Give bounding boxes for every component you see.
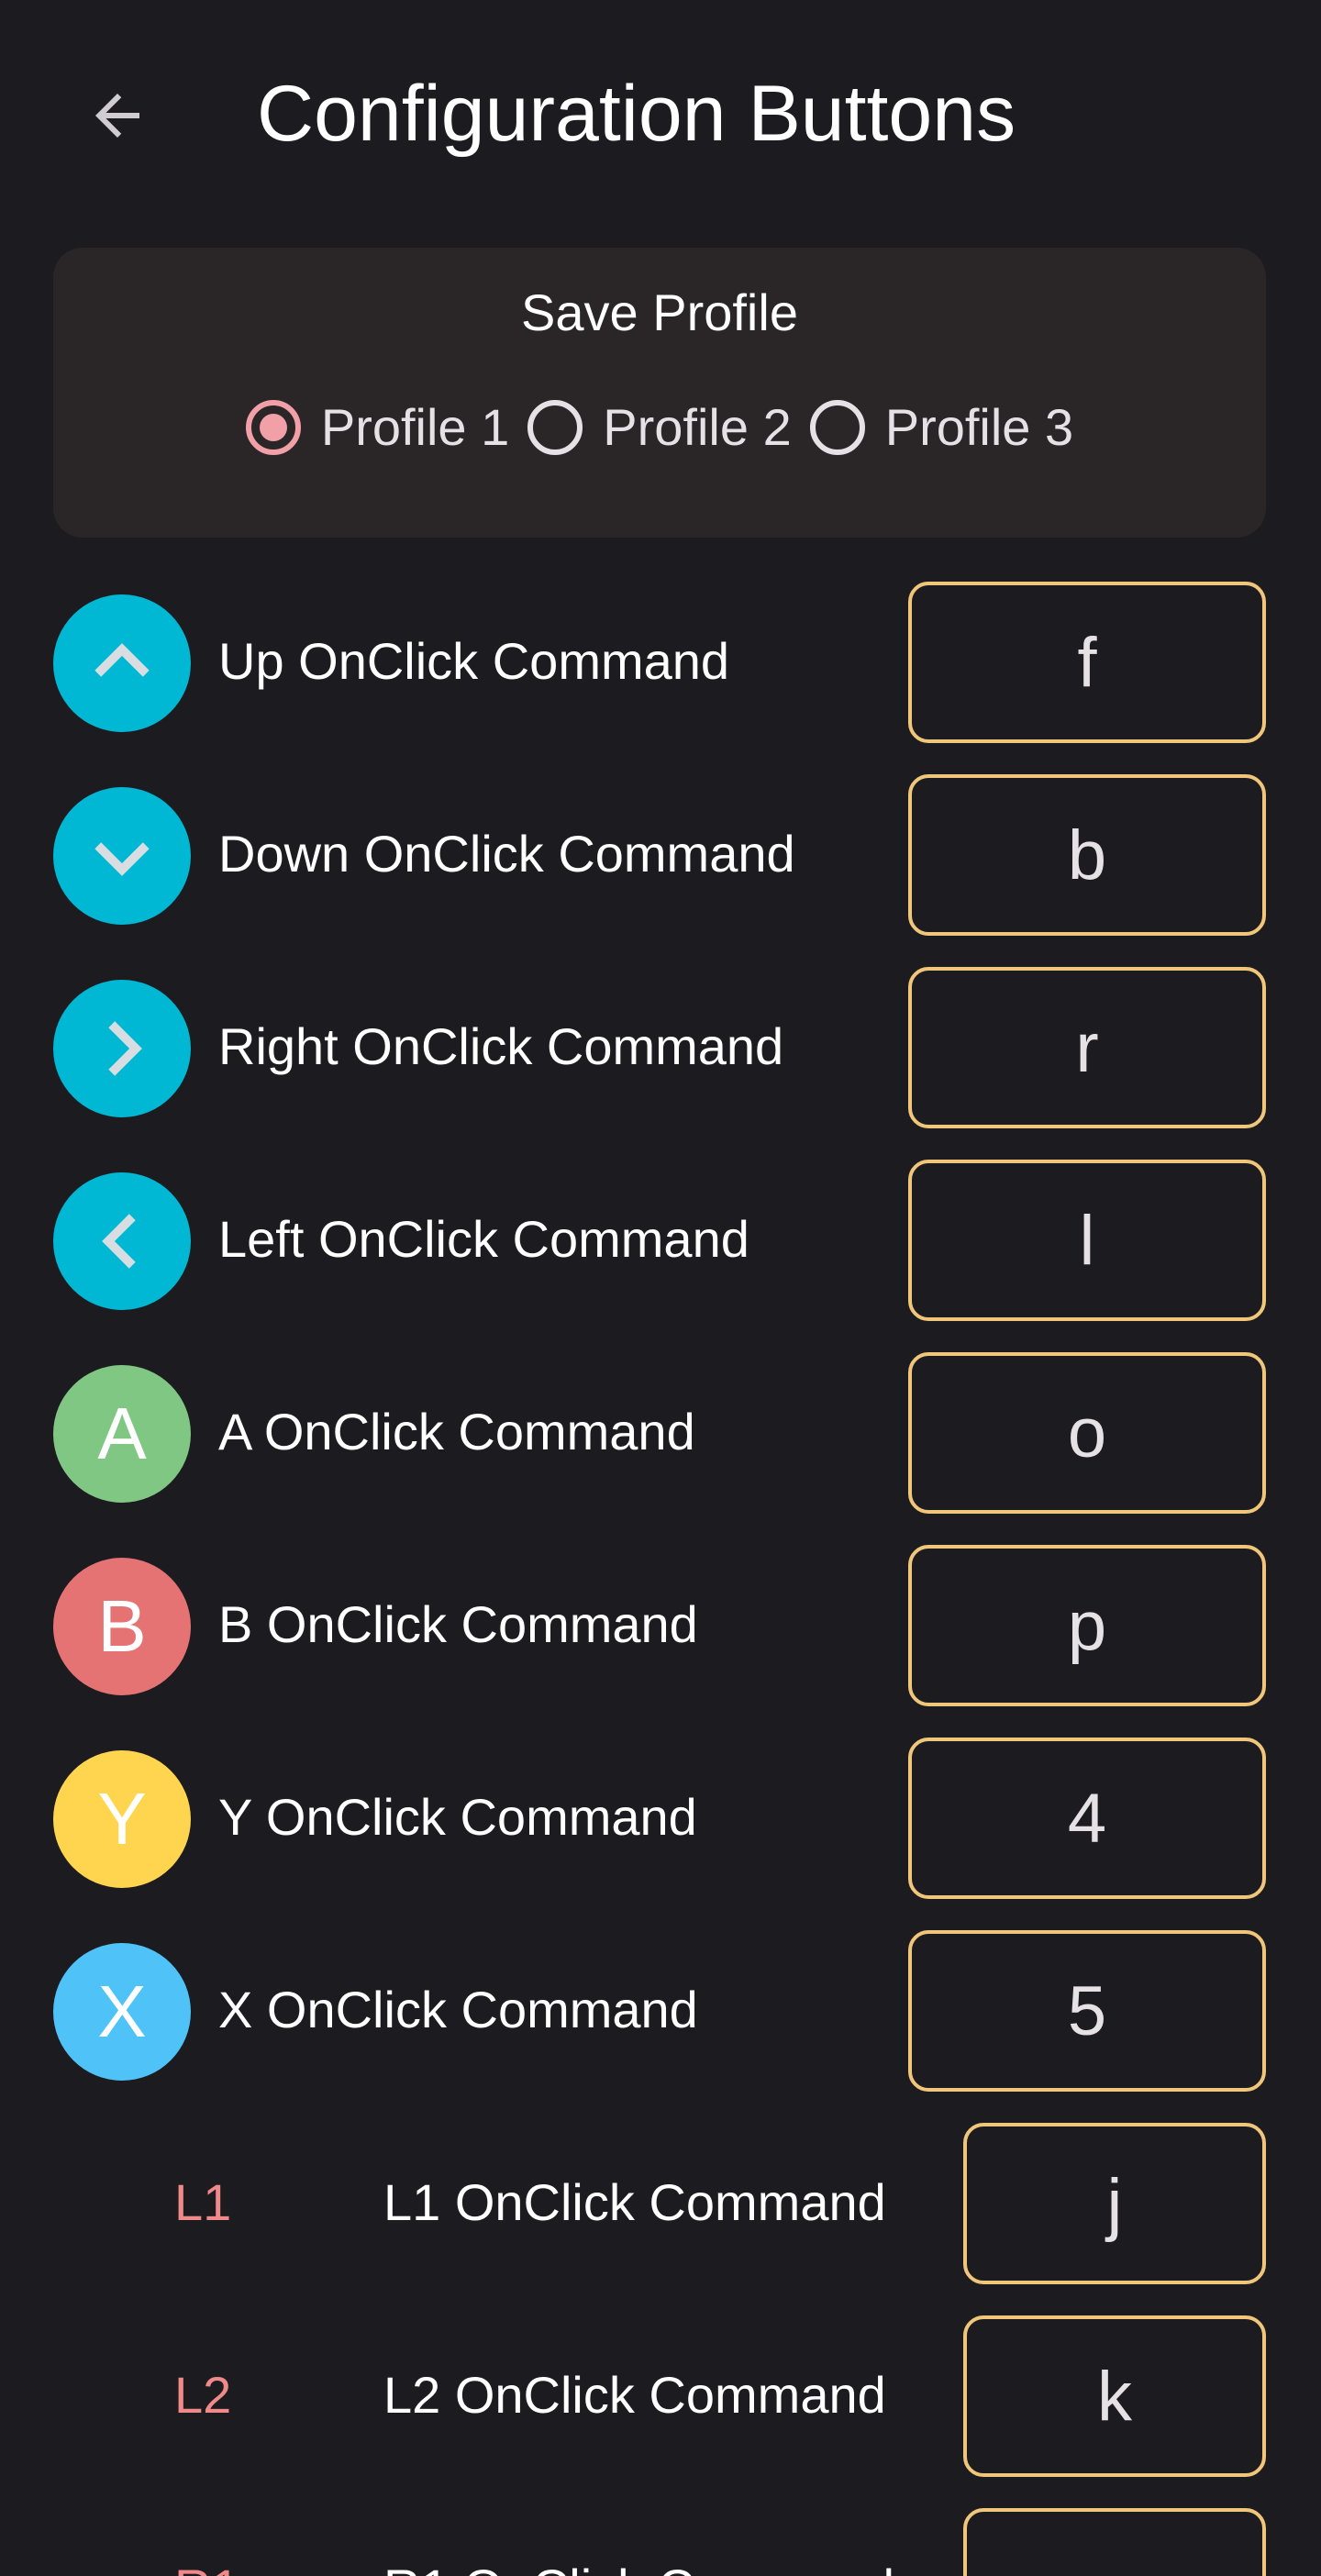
command-label: L2 OnClick Command xyxy=(383,2366,886,2424)
up-button-badge xyxy=(53,594,191,732)
command-input[interactable] xyxy=(963,2508,1266,2576)
r1-shoulder-label: R1 xyxy=(174,2556,240,2576)
down-button-badge xyxy=(53,787,191,925)
command-input[interactable]: f xyxy=(908,582,1266,743)
page-title: Configuration Buttons xyxy=(257,70,1016,158)
radio-button[interactable] xyxy=(527,400,583,455)
radio-dot xyxy=(259,414,287,441)
command-row-down: Down OnClick Command b xyxy=(0,771,1321,936)
command-row-r1: R1 R1 OnClick Command xyxy=(0,2504,1321,2576)
command-input[interactable]: 5 xyxy=(908,1930,1266,2092)
command-label: Up OnClick Command xyxy=(218,632,730,690)
profile-radio-group: Profile 1 Profile 2 Profile 3 xyxy=(53,391,1266,464)
l1-shoulder-label: L1 xyxy=(174,2173,232,2231)
profile-option-2[interactable]: Profile 2 xyxy=(527,395,792,460)
b-button-badge: B xyxy=(53,1558,191,1695)
x-button-badge: X xyxy=(53,1943,191,2081)
top-app-bar: Configuration Buttons xyxy=(0,0,1321,229)
left-button-badge xyxy=(53,1172,191,1310)
command-input[interactable]: l xyxy=(908,1160,1266,1321)
command-row-x: X X OnClick Command 5 xyxy=(0,1926,1321,2092)
command-row-y: Y Y OnClick Command 4 xyxy=(0,1734,1321,1899)
command-input[interactable]: b xyxy=(908,774,1266,936)
back-button[interactable] xyxy=(77,75,158,156)
command-input[interactable]: k xyxy=(963,2315,1266,2477)
command-input[interactable]: p xyxy=(908,1545,1266,1706)
command-row-b: B B OnClick Command p xyxy=(0,1541,1321,1706)
a-button-badge: A xyxy=(53,1365,191,1503)
command-label: Left OnClick Command xyxy=(218,1210,749,1268)
chevron-down-icon xyxy=(94,842,150,876)
command-row-left: Left OnClick Command l xyxy=(0,1156,1321,1321)
command-input[interactable]: o xyxy=(908,1352,1266,1514)
command-row-l2: L2 L2 OnClick Command k xyxy=(0,2312,1321,2477)
command-row-a: A A OnClick Command o xyxy=(0,1349,1321,1514)
command-label: Right OnClick Command xyxy=(218,1017,784,1075)
profile-option-label: Profile 3 xyxy=(884,398,1074,456)
command-label: B OnClick Command xyxy=(218,1595,698,1653)
profile-option-3[interactable]: Profile 3 xyxy=(809,395,1074,460)
save-profile-card: Save Profile Profile 1 Profile 2 Profile… xyxy=(53,248,1266,538)
chevron-left-icon xyxy=(102,1214,136,1269)
command-label: L1 OnClick Command xyxy=(383,2173,886,2231)
chevron-up-icon xyxy=(94,643,150,677)
command-input[interactable]: j xyxy=(963,2123,1266,2284)
profile-option-label: Profile 1 xyxy=(320,398,510,456)
y-button-badge: Y xyxy=(53,1750,191,1888)
chevron-right-icon xyxy=(108,1021,142,1076)
command-label: R1 OnClick Command xyxy=(383,2556,894,2576)
radio-button-selected[interactable] xyxy=(245,400,301,455)
command-label: Down OnClick Command xyxy=(218,825,795,883)
right-button-badge xyxy=(53,980,191,1117)
command-row-l1: L1 L1 OnClick Command j xyxy=(0,2119,1321,2284)
command-label: A OnClick Command xyxy=(218,1403,695,1460)
command-input[interactable]: 4 xyxy=(908,1738,1266,1899)
l2-shoulder-label: L2 xyxy=(174,2366,232,2424)
command-row-up: Up OnClick Command f xyxy=(0,578,1321,743)
command-input[interactable]: r xyxy=(908,967,1266,1128)
profile-option-1[interactable]: Profile 1 xyxy=(245,395,510,460)
command-row-right: Right OnClick Command r xyxy=(0,963,1321,1128)
app-root: Configuration Buttons Save Profile Profi… xyxy=(0,0,1321,2576)
profile-option-label: Profile 2 xyxy=(603,398,792,456)
radio-button[interactable] xyxy=(809,400,865,455)
save-profile-title: Save Profile xyxy=(521,283,798,341)
arrow-left-icon xyxy=(95,94,139,138)
command-label: X OnClick Command xyxy=(218,1981,698,2038)
command-label: Y OnClick Command xyxy=(218,1788,697,1846)
